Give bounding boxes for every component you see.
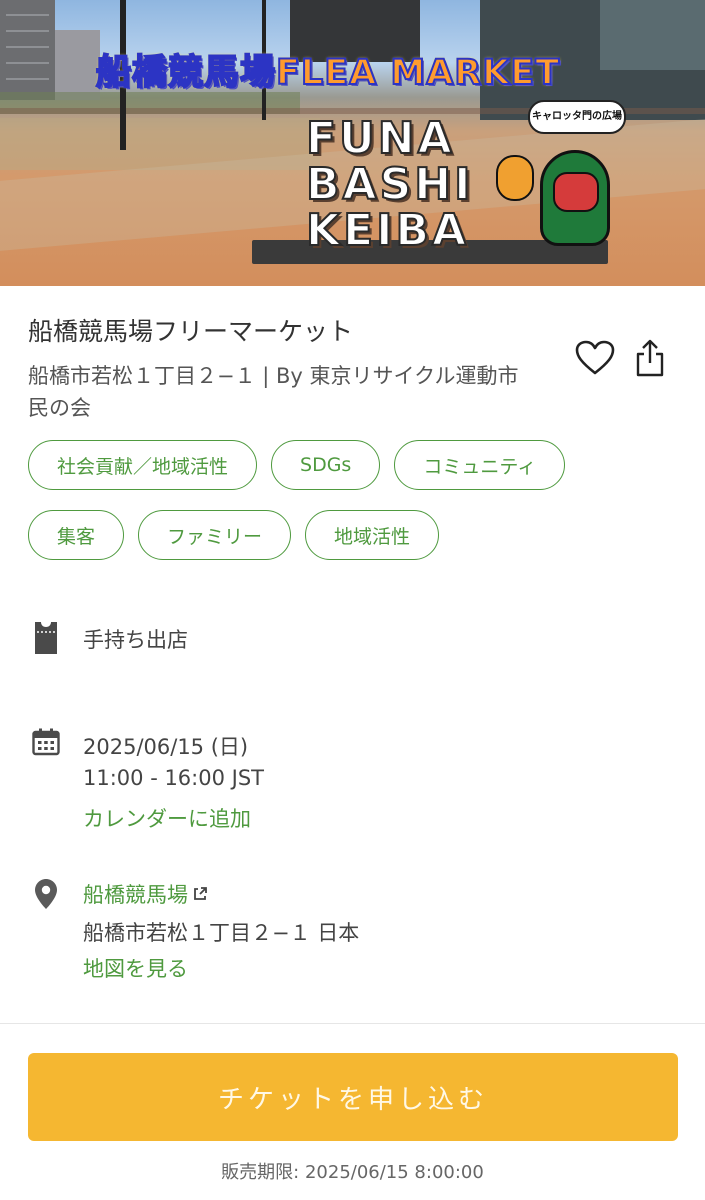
- tag-chip[interactable]: 集客: [28, 510, 125, 560]
- tag-row: 集客 ファミリー 地域活性: [28, 510, 688, 560]
- calendar-icon: [30, 726, 62, 758]
- venue-link[interactable]: 船橋競馬場: [83, 879, 208, 909]
- heart-outline-icon: [575, 340, 615, 375]
- tag-row: 社会貢献／地域活性 SDGs コミュニティ: [28, 440, 688, 490]
- footer-divider: [0, 1023, 705, 1024]
- event-time: 11:00 - 16:00 JST: [83, 766, 264, 790]
- view-map-link[interactable]: 地図を見る: [83, 953, 188, 983]
- building-left-2: [55, 30, 100, 100]
- tag-chip[interactable]: 地域活性: [305, 510, 440, 560]
- external-link-icon: [194, 887, 207, 900]
- horse-mascot-face: [553, 172, 599, 212]
- event-organizer: 船橋市若松１丁目２−１ | By 東京リサイクル運動市民の会: [28, 364, 519, 420]
- share-icon: [636, 339, 664, 377]
- location-pin-icon: [30, 878, 62, 910]
- share-button[interactable]: [628, 336, 672, 380]
- venue-name: 船橋競馬場: [83, 883, 188, 907]
- add-to-calendar-link[interactable]: カレンダーに追加: [83, 803, 251, 833]
- tag-chip[interactable]: ファミリー: [138, 510, 292, 560]
- tag-chip[interactable]: コミュニティ: [394, 440, 566, 490]
- sales-deadline: 販売期限: 2025/06/15 8:00:00: [221, 1162, 484, 1183]
- favorite-button[interactable]: [573, 336, 617, 380]
- sign-line: KEIBA: [305, 205, 470, 256]
- sign-line: FUNA: [305, 113, 455, 164]
- hero-banner-title: 船橋競馬場FLEA MARKET: [95, 52, 561, 94]
- event-date: 2025/06/15 (日): [83, 735, 249, 759]
- ticket-type-label: 手持ち出店: [83, 628, 188, 652]
- event-hero-image: 船橋競馬場FLEA MARKET キャロッタ門の広場 FUNA BASHI KE…: [0, 0, 705, 286]
- tag-chip[interactable]: 社会貢献／地域活性: [28, 440, 258, 490]
- venue-address: 船橋市若松１丁目２−１ 日本: [83, 921, 360, 945]
- speech-bubble: キャロッタ門の広場: [528, 100, 626, 134]
- event-title: 船橋競馬場フリーマーケット: [28, 317, 354, 346]
- tag-chip[interactable]: SDGs: [271, 440, 381, 490]
- apply-ticket-button[interactable]: チケットを申し込む: [28, 1053, 678, 1141]
- ticket-icon: [30, 622, 62, 654]
- tag-list: 社会貢献／地域活性 SDGs コミュニティ 集客 ファミリー 地域活性: [28, 440, 688, 580]
- building-left: [0, 0, 55, 100]
- carrot-mascot: [496, 155, 534, 201]
